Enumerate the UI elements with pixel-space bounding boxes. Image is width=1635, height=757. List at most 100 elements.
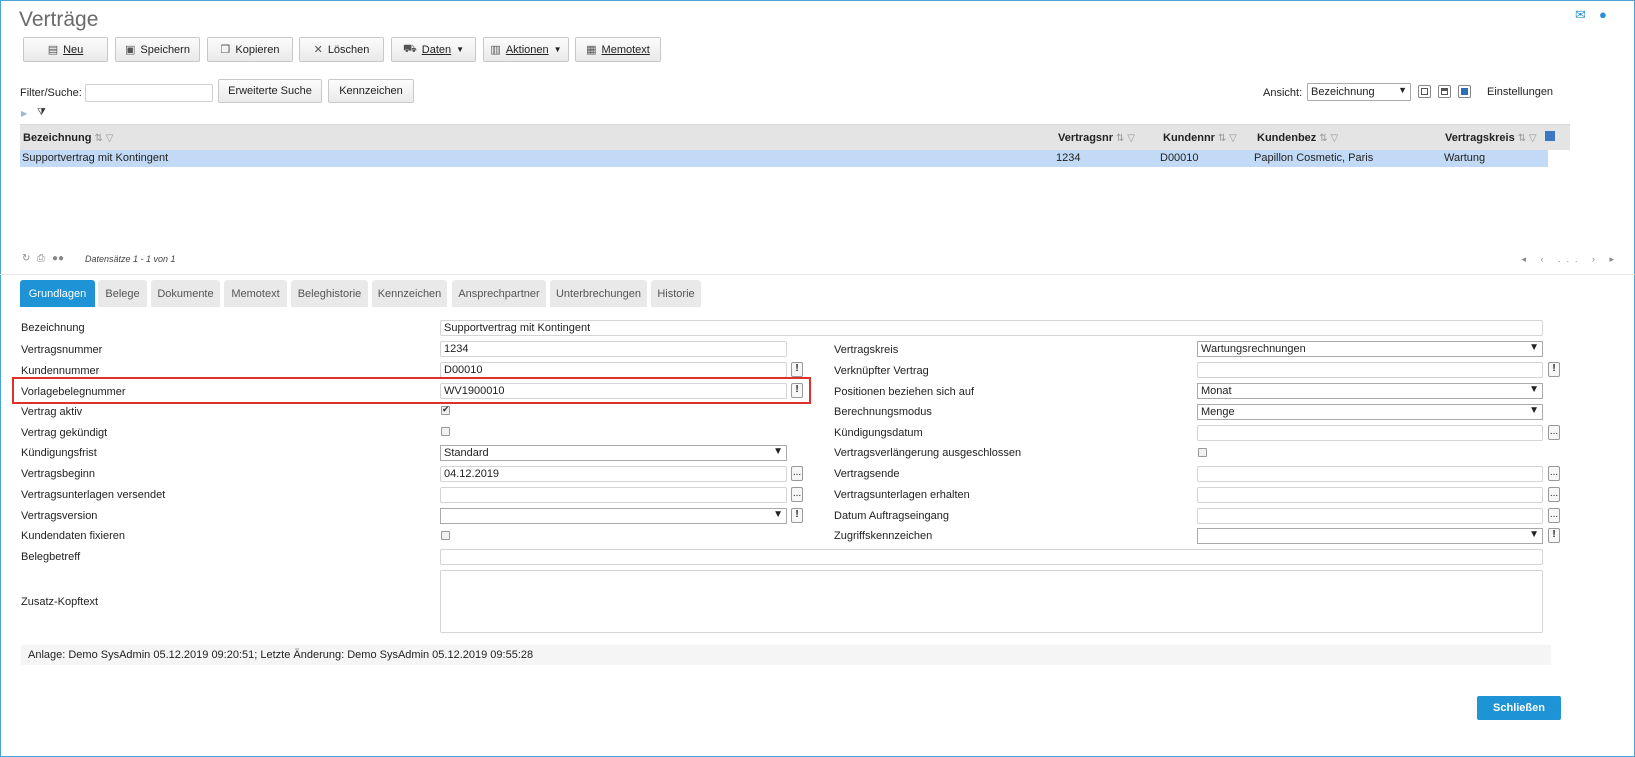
delete-button[interactable]: ✕ Löschen (299, 37, 384, 62)
view-select[interactable]: Bezeichnung ▼ (1307, 83, 1411, 101)
tags-button[interactable]: Kennzeichen (328, 79, 414, 103)
date-picker-button[interactable]: ... (791, 487, 803, 502)
tab-grundlagen[interactable]: Grundlagen (20, 280, 95, 307)
date-picker-button[interactable]: ... (1548, 425, 1560, 440)
expand-icon[interactable]: ▶ (21, 109, 27, 118)
alert-button[interactable]: ! (1548, 362, 1560, 377)
grid-header: Bezeichnung ⇅ ▽ Vertragsnr ⇅ ▽ Kundennr ⇅ ▽… (20, 124, 1570, 150)
clipboard-icon: ▥ (490, 44, 501, 56)
actions-menu-button[interactable]: ▥ Aktionen ▼ (483, 37, 569, 62)
sort-filter-icon[interactable]: ⇅ ▽ (1116, 133, 1135, 144)
column-chooser-icon[interactable] (1545, 131, 1555, 141)
kuendigungsdatum-field[interactable] (1197, 425, 1543, 441)
column-header[interactable]: Bezeichnung ⇅ ▽ (23, 132, 113, 144)
pager: ↻ ⎙ ●● Datensätze 1 - 1 von 1 ◂ ‹ ... › … (20, 253, 1620, 268)
filter-input[interactable] (85, 84, 213, 102)
view-mode-1-button[interactable] (1418, 85, 1431, 98)
close-icon: ✕ (313, 44, 323, 56)
zugriffskennzeichen-select[interactable]: ▼ (1197, 528, 1543, 544)
verlaengerung-ausgeschlossen-label: Vertragsverlängerung ausgeschlossen (834, 447, 1022, 459)
sort-filter-icon[interactable]: ⇅ ▽ (1319, 133, 1338, 144)
close-button[interactable]: Schließen (1477, 696, 1561, 720)
copy-button[interactable]: ❐ Kopieren (207, 37, 293, 62)
kuendigungsdatum-label: Kündigungsdatum (834, 427, 923, 439)
vertragskreis-select[interactable]: Wartungsrechnungen ▼ (1197, 341, 1543, 357)
advanced-search-button[interactable]: Erweiterte Suche (218, 79, 322, 103)
column-header[interactable]: Kundenbez ⇅ ▽ (1257, 132, 1338, 144)
tab-belege[interactable]: Belege (98, 280, 147, 307)
belegbetreff-field[interactable] (440, 549, 1543, 565)
sort-filter-icon[interactable]: ⇅ ▽ (1518, 133, 1537, 144)
berechnungsmodus-label: Berechnungsmodus (834, 406, 932, 418)
alert-button[interactable]: ! (1548, 528, 1560, 543)
vertragsnummer-label: Vertragsnummer (21, 344, 103, 356)
save-button[interactable]: ▣ Speichern (115, 37, 200, 62)
tab-historie[interactable]: Historie (651, 280, 701, 307)
unterlagen-erhalten-label: Vertragsunterlagen erhalten (834, 489, 970, 501)
new-button[interactable]: ▤ Neu (23, 37, 108, 62)
alert-button[interactable]: ! (791, 508, 803, 523)
date-picker-button[interactable]: ... (1548, 466, 1560, 481)
datum-auftragseingang-field[interactable] (1197, 508, 1543, 524)
refresh-icon[interactable]: ↻ (22, 253, 30, 264)
vertragsversion-select[interactable]: ▼ (440, 508, 787, 524)
filter-bar: Filter/Suche: Erweiterte Suche Kennzeich… (20, 79, 1620, 106)
berechnungsmodus-select[interactable]: Menge ▼ (1197, 404, 1543, 420)
verknuepfter-vertrag-field[interactable] (1197, 362, 1543, 378)
memo-button[interactable]: ▦ Memotext (575, 37, 661, 62)
print-icon[interactable]: ⎙ (37, 253, 45, 264)
kundendaten-fixieren-checkbox[interactable] (441, 531, 450, 540)
chevron-down-icon: ▼ (773, 509, 783, 520)
vertragsbeginn-field[interactable]: 04.12.2019 (440, 466, 787, 482)
help-icon[interactable]: ● (1599, 8, 1613, 21)
sort-filter-icon[interactable]: ⇅ ▽ (1218, 133, 1237, 144)
view-mode-3-button[interactable] (1458, 85, 1471, 98)
date-picker-button[interactable]: ... (1548, 487, 1560, 502)
data-menu-button[interactable]: ⛟ Daten ▼ (391, 37, 476, 62)
vertrag-gekuendigt-checkbox[interactable] (441, 427, 450, 436)
tab-unterbrechungen[interactable]: Unterbrechungen (550, 280, 647, 307)
column-header[interactable]: Vertragskreis ⇅ ▽ (1445, 132, 1537, 144)
kundennummer-field[interactable]: D00010 (440, 362, 787, 378)
sort-filter-icon[interactable]: ⇅ ▽ (94, 133, 113, 144)
column-header[interactable]: Vertragsnr ⇅ ▽ (1058, 132, 1135, 144)
options-icon[interactable]: ●● (52, 253, 64, 264)
tab-memotext[interactable]: Memotext (224, 280, 287, 307)
unterlagen-erhalten-field[interactable] (1197, 487, 1543, 503)
date-picker-button[interactable]: ... (1548, 508, 1560, 523)
zugriffskennzeichen-label: Zugriffskennzeichen (834, 530, 933, 542)
tab-ansprechpartner[interactable]: Ansprechpartner (452, 280, 546, 307)
filter-search-icon[interactable]: ⧩ (37, 107, 46, 118)
kuendigungsfrist-label: Kündigungsfrist (21, 447, 97, 459)
filter-label: Filter/Suche: (20, 87, 82, 99)
date-picker-button[interactable]: ... (791, 466, 803, 481)
unterlagen-versendet-field[interactable] (440, 487, 787, 503)
tab-kennzeichen[interactable]: Kennzeichen (372, 280, 447, 307)
settings-link[interactable]: Einstellungen (1487, 86, 1553, 98)
vertragsende-label: Vertragsende (834, 468, 900, 480)
kuendigungsfrist-select[interactable]: Standard ▼ (440, 445, 787, 461)
alert-button[interactable]: ! (791, 362, 803, 377)
pager-nav[interactable]: ◂ ‹ ... › ▸ (1521, 254, 1620, 265)
records-info: Datensätze 1 - 1 von 1 (85, 254, 176, 264)
caret-down-icon: ▼ (456, 45, 465, 54)
chevron-down-icon: ▼ (1398, 85, 1407, 95)
mail-icon[interactable]: ✉ (1575, 8, 1589, 21)
column-header[interactable]: Kundennr ⇅ ▽ (1163, 132, 1237, 144)
zusatz-kopftext-textarea[interactable] (440, 570, 1543, 633)
vertrag-aktiv-checkbox[interactable] (441, 404, 450, 415)
vertragsnummer-field[interactable]: 1234 (440, 341, 787, 357)
tab-dokumente[interactable]: Dokumente (151, 280, 220, 307)
vertragsende-field[interactable] (1197, 466, 1543, 482)
unterlagen-versendet-label: Vertragsunterlagen versendet (21, 489, 166, 501)
tab-beleghistorie[interactable]: Beleghistorie (291, 280, 368, 307)
chevron-down-icon: ▼ (773, 446, 783, 457)
positionen-beziehen-select[interactable]: Monat ▼ (1197, 383, 1543, 399)
verlaengerung-ausgeschlossen-checkbox[interactable] (1198, 448, 1207, 457)
vertrag-gekuendigt-label: Vertrag gekündigt (21, 427, 108, 439)
zusatz-kopftext-label: Zusatz-Kopftext (21, 596, 99, 608)
datum-auftragseingang-label: Datum Auftragseingang (834, 510, 949, 522)
bezeichnung-field[interactable]: Supportvertrag mit Kontingent (440, 320, 1543, 336)
table-row[interactable]: Supportvertrag mit Kontingent 1234 D0001… (20, 150, 1548, 167)
view-mode-2-button[interactable] (1438, 85, 1451, 98)
